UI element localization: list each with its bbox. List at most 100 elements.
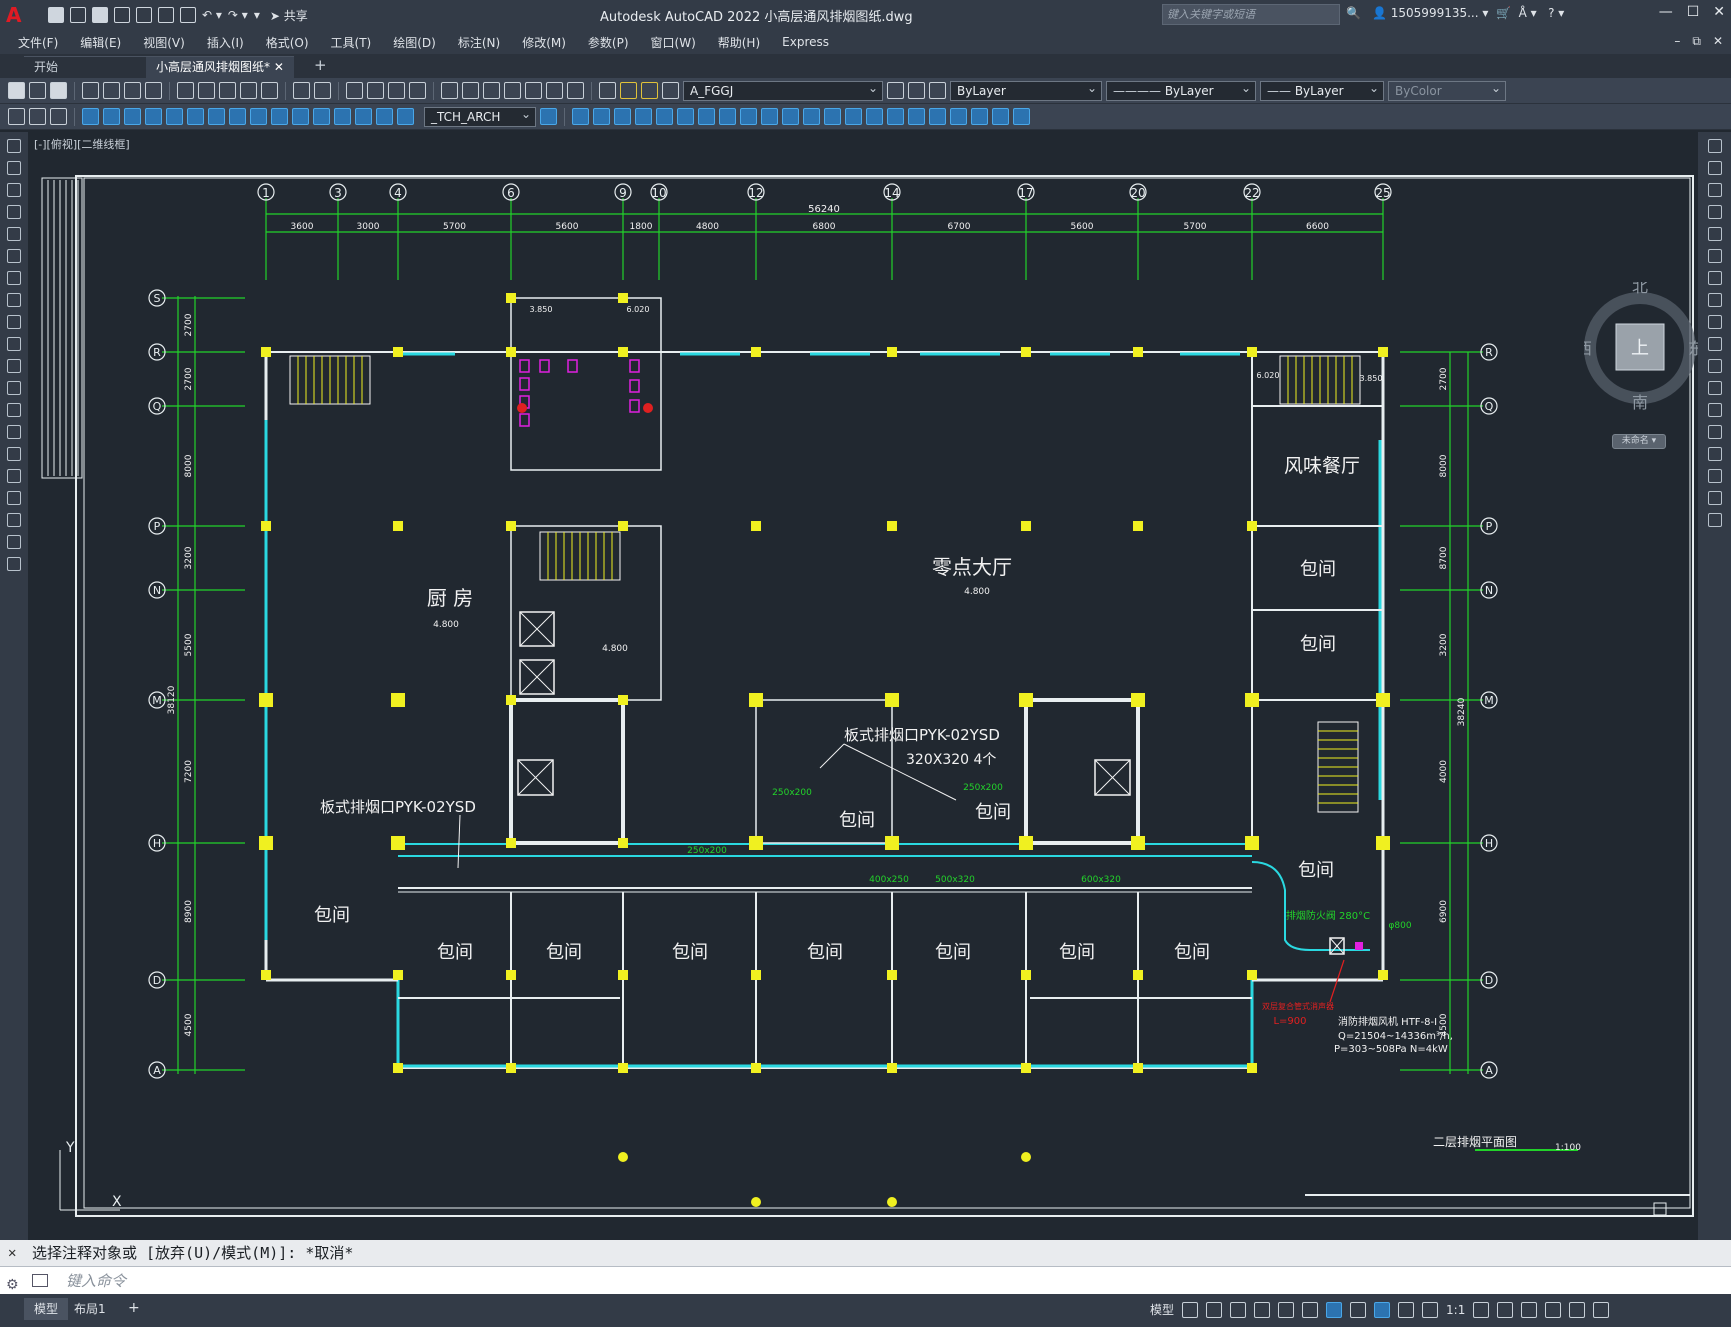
settings-gear-icon[interactable] xyxy=(1473,1301,1490,1318)
hatch-back-icon[interactable] xyxy=(1013,108,1030,125)
layer-props-icon[interactable] xyxy=(599,82,616,99)
rotate-icon[interactable] xyxy=(677,108,694,125)
command-input[interactable]: ⚙ 键入命令 xyxy=(0,1266,1731,1294)
calculator-icon[interactable] xyxy=(546,82,563,99)
match-prop-icon[interactable] xyxy=(240,82,257,99)
line-icon[interactable] xyxy=(7,139,21,153)
new-file-icon[interactable] xyxy=(48,7,64,23)
isolate-icon[interactable] xyxy=(1521,1301,1538,1318)
copy-obj-icon[interactable] xyxy=(1707,161,1722,175)
offset-obj-icon[interactable] xyxy=(1707,205,1722,219)
menu-item-11[interactable]: 帮助(H) xyxy=(718,34,760,51)
add-selected-icon[interactable] xyxy=(7,557,21,571)
gradient-icon[interactable] xyxy=(7,469,21,483)
plus-icon[interactable] xyxy=(1497,1301,1514,1318)
break-obj-icon[interactable] xyxy=(1707,403,1722,417)
group-icon[interactable] xyxy=(887,108,904,125)
menu-item-8[interactable]: 修改(M) xyxy=(522,34,566,51)
dim-edit-icon[interactable] xyxy=(397,108,414,125)
save-as-icon[interactable] xyxy=(114,7,130,23)
model-space-toggle[interactable]: 模型 xyxy=(1150,1301,1174,1318)
dim-angular-icon[interactable] xyxy=(229,108,246,125)
plot-tool-icon[interactable] xyxy=(82,82,99,99)
design-center-icon[interactable] xyxy=(462,82,479,99)
doc-close-icon[interactable]: ✕ xyxy=(1713,34,1723,49)
explode-obj-icon[interactable] xyxy=(1707,513,1722,527)
dim-continue-icon[interactable] xyxy=(292,108,309,125)
layer-select[interactable]: A_FGGJ xyxy=(683,79,883,101)
maximize-icon[interactable]: ☐ xyxy=(1687,4,1700,20)
ortho-icon[interactable] xyxy=(1230,1301,1247,1318)
menu-item-12[interactable]: Express xyxy=(782,35,829,49)
send-back-icon[interactable] xyxy=(971,108,988,125)
menu-item-4[interactable]: 格式(O) xyxy=(266,34,309,51)
ellipse-icon[interactable] xyxy=(7,337,21,351)
text-front-icon[interactable] xyxy=(992,108,1009,125)
menu-item-10[interactable]: 窗口(W) xyxy=(651,34,696,51)
table-icon[interactable] xyxy=(7,513,21,527)
publish-icon[interactable] xyxy=(124,82,141,99)
user-account[interactable]: 👤 1505999135... ▾ 🛒 Å ▾ ? ▾ xyxy=(1372,6,1564,20)
arc-icon[interactable] xyxy=(7,249,21,263)
view-cube[interactable]: 北 南 东 西 上 未命名 ▾ xyxy=(1584,282,1698,449)
preview-icon[interactable] xyxy=(103,82,120,99)
layer-freeze-icon[interactable] xyxy=(641,82,658,99)
dim-space-icon[interactable] xyxy=(313,108,330,125)
copy-icon[interactable] xyxy=(198,82,215,99)
undo-icon[interactable]: ↶ ▾ xyxy=(202,8,222,22)
layout-tab-model[interactable]: 模型 xyxy=(24,1298,69,1320)
layer-previous-icon[interactable] xyxy=(908,82,925,99)
help-icon[interactable] xyxy=(567,82,584,99)
object-track-icon[interactable] xyxy=(1302,1301,1319,1318)
blend-icon[interactable] xyxy=(1707,491,1722,505)
dim-linear-icon[interactable] xyxy=(82,108,99,125)
drawing-canvas[interactable]: [-][俯视][二维线框] 1 3 4 6 9 10 12 14 17 20 22 25 56240 36… xyxy=(28,132,1698,1240)
color-select[interactable]: ByLayer xyxy=(950,79,1102,101)
dim-baseline-icon[interactable] xyxy=(271,108,288,125)
selection-cycle-icon[interactable] xyxy=(1398,1301,1415,1318)
draw-order-icon[interactable] xyxy=(929,108,946,125)
new-icon[interactable] xyxy=(8,82,25,99)
hardware-accel-icon[interactable] xyxy=(1545,1301,1562,1318)
tolerance-icon[interactable] xyxy=(334,108,351,125)
rectangle-icon[interactable] xyxy=(7,227,21,241)
hatch-icon[interactable] xyxy=(7,447,21,461)
dim-radius-icon[interactable] xyxy=(166,108,183,125)
polyline-icon[interactable] xyxy=(7,183,21,197)
copy-tool-icon[interactable] xyxy=(572,108,589,125)
region-icon[interactable] xyxy=(7,491,21,505)
mtext-icon[interactable] xyxy=(7,535,21,549)
tab-start[interactable]: 开始 xyxy=(24,56,146,78)
break-icon[interactable] xyxy=(782,108,799,125)
table-style-icon[interactable] xyxy=(50,108,67,125)
ellipse-arc-icon[interactable] xyxy=(7,359,21,373)
scale-obj-icon[interactable] xyxy=(1707,293,1722,307)
dim-aligned-icon[interactable] xyxy=(103,108,120,125)
redo-tool-icon[interactable] xyxy=(314,82,331,99)
stretch-obj-icon[interactable] xyxy=(1707,315,1722,329)
rotate-obj-icon[interactable] xyxy=(1707,271,1722,285)
scale-icon[interactable] xyxy=(698,108,715,125)
undo-tool-icon[interactable] xyxy=(293,82,310,99)
break-point-icon[interactable] xyxy=(1707,381,1722,395)
polygon-icon[interactable] xyxy=(7,205,21,219)
tool-palettes-icon[interactable] xyxy=(483,82,500,99)
share-button[interactable]: ➤ 共享 xyxy=(270,7,308,24)
construction-line-icon[interactable] xyxy=(7,161,21,175)
spline-icon[interactable] xyxy=(7,315,21,329)
minimize-icon[interactable]: — xyxy=(1659,4,1673,20)
customize-menu-icon[interactable] xyxy=(1593,1301,1610,1318)
tab-close-icon[interactable]: ✕ xyxy=(274,60,284,74)
extend-icon[interactable] xyxy=(761,108,778,125)
redo-icon[interactable]: ↷ ▾ xyxy=(228,8,248,22)
polar-icon[interactable] xyxy=(1254,1301,1271,1318)
trim-icon[interactable] xyxy=(740,108,757,125)
layout-tab-1[interactable]: 布局1 xyxy=(64,1298,116,1320)
make-block-icon[interactable] xyxy=(7,403,21,417)
insert-block-icon[interactable] xyxy=(7,381,21,395)
stretch-icon[interactable] xyxy=(719,108,736,125)
chamfer-icon[interactable] xyxy=(824,108,841,125)
isodraft-icon[interactable] xyxy=(1278,1301,1295,1318)
save-icon[interactable] xyxy=(92,7,108,23)
zoom-previous-icon[interactable] xyxy=(409,82,426,99)
